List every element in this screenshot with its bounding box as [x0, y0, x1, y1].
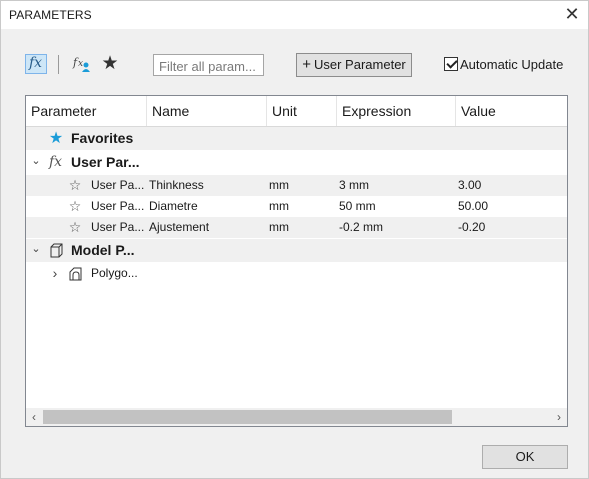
favorite-star-icon[interactable]: ☆: [67, 175, 83, 196]
fx-user-icon: f x: [72, 56, 90, 72]
cell-name: Diametre: [149, 199, 198, 213]
group-row-user-parameters[interactable]: ⌄ fx User Par...: [26, 151, 567, 174]
table-row[interactable]: ☆ User Pa... Diametre mm 50 mm 50.00: [26, 196, 567, 217]
group-label-user-parameters: User Par...: [71, 154, 140, 170]
close-icon[interactable]: ✕: [564, 5, 580, 23]
toolbar-separator: [58, 55, 59, 74]
chevron-down-icon[interactable]: ⌄: [30, 151, 42, 174]
scrollbar-thumb[interactable]: [43, 410, 452, 424]
column-header-parameter[interactable]: ⌄ Parameter: [26, 96, 147, 126]
chevron-down-icon[interactable]: ⌄: [30, 239, 42, 262]
scroll-left-icon[interactable]: ‹: [28, 408, 40, 426]
horizontal-scrollbar[interactable]: ‹ ›: [26, 408, 567, 426]
automatic-update-label: Automatic Update: [460, 57, 564, 72]
fx-filter-button[interactable]: fx: [25, 54, 47, 74]
add-user-parameter-label: User Parameter: [314, 57, 406, 72]
cell-parameter: User Pa...: [91, 178, 145, 192]
table-header: ⌄ Parameter Name Unit Expression Value: [26, 96, 567, 127]
cell-parameter: User Pa...: [91, 220, 145, 234]
model-cube-icon: [50, 243, 63, 258]
cell-expression[interactable]: 50 mm: [339, 196, 376, 217]
scroll-right-icon[interactable]: ›: [553, 408, 565, 426]
cell-unit: mm: [269, 220, 289, 234]
cell-value: 50.00: [458, 199, 489, 213]
cell-name: Ajustement: [149, 220, 210, 234]
add-user-parameter-button[interactable]: + User Parameter: [296, 53, 412, 77]
fx-icon: fx: [29, 55, 43, 71]
group-row-model-parameters[interactable]: ⌄ Model P...: [26, 239, 567, 262]
group-row-favorites[interactable]: ★ Favorites: [26, 127, 567, 150]
favorite-star-icon[interactable]: ☆: [67, 196, 83, 217]
cell-unit: mm: [269, 199, 289, 213]
cell-name: Thinkness: [149, 178, 204, 192]
parameters-dialog: PARAMETERS ✕ fx f x ★ +User Parameter Au…: [0, 0, 589, 479]
cell-parameter: User Pa...: [91, 199, 145, 213]
cell-expression[interactable]: 3 mm: [339, 175, 369, 196]
cell-value: 3.00: [458, 178, 482, 192]
sketch-feature-icon: [69, 267, 82, 281]
table-row[interactable]: ☆ User Pa... Thinkness mm 3 mm 3.00: [26, 175, 567, 196]
chevron-right-icon[interactable]: ›: [49, 263, 61, 284]
table-row[interactable]: ☆ User Pa... Ajustement mm -0.2 mm -0.20: [26, 217, 567, 238]
window-title: PARAMETERS: [9, 8, 92, 22]
ok-button[interactable]: OK: [482, 445, 568, 469]
filter-input[interactable]: [153, 54, 264, 76]
tree-row-polygon[interactable]: › Polygo...: [26, 263, 567, 285]
parameters-table: ⌄ Parameter Name Unit Expression Value ★…: [25, 95, 568, 427]
column-header-unit[interactable]: Unit: [267, 96, 337, 126]
column-header-name[interactable]: Name: [147, 96, 267, 126]
favorites-star-icon: ★: [48, 130, 64, 147]
group-label-favorites: Favorites: [71, 130, 134, 146]
cell-expression[interactable]: -0.2 mm: [339, 217, 383, 238]
favorites-filter-icon[interactable]: ★: [100, 53, 120, 75]
sort-caret-icon: ⌄: [84, 104, 91, 113]
cell-unit: mm: [269, 178, 289, 192]
fx-icon: fx: [49, 154, 63, 170]
svg-text:x: x: [78, 59, 83, 69]
plus-icon: +: [302, 56, 311, 73]
favorite-star-icon[interactable]: ☆: [67, 217, 83, 238]
fx-user-filter-button[interactable]: f x: [71, 54, 93, 74]
tree-label-polygon: Polygo...: [91, 266, 138, 280]
group-label-model-parameters: Model P...: [71, 242, 135, 258]
title-bar: PARAMETERS ✕: [1, 1, 588, 29]
column-header-value[interactable]: Value: [456, 96, 567, 126]
automatic-update-checkbox[interactable]: [444, 57, 458, 71]
cell-value: -0.20: [458, 220, 486, 234]
column-header-expression[interactable]: Expression: [337, 96, 456, 126]
